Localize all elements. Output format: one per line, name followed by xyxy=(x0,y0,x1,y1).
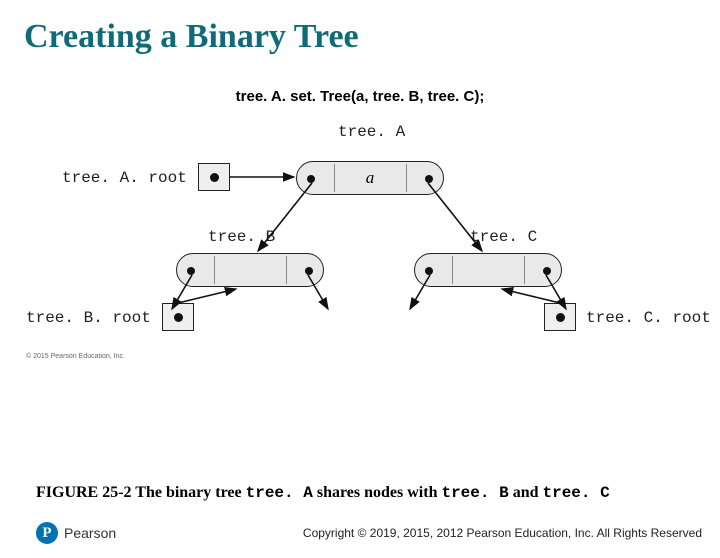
caption-mid2: and xyxy=(509,484,543,501)
code-call: tree. A. set. Tree(a, tree. B, tree. C); xyxy=(0,88,720,105)
pearson-logo: P Pearson xyxy=(36,522,116,544)
caption-tree-a: tree. A xyxy=(246,484,313,502)
pearson-logo-text: Pearson xyxy=(64,525,116,541)
caption-mid1: shares nodes with xyxy=(313,484,442,501)
copyright-footer: Copyright © 2019, 2015, 2012 Pearson Edu… xyxy=(303,526,702,540)
figure-caption: FIGURE 25-2 The binary tree tree. A shar… xyxy=(36,484,610,502)
figure-copyright: © 2015 Pearson Education, Inc. xyxy=(26,353,125,360)
caption-tree-c: tree. C xyxy=(542,484,609,502)
page-title: Creating a Binary Tree xyxy=(24,18,720,56)
caption-tree-b: tree. B xyxy=(441,484,508,502)
caption-prefix: FIGURE 25-2 The binary tree xyxy=(36,484,246,501)
arrows-icon xyxy=(0,123,720,383)
diagram: tree. A tree. A. root a tree. B tree. C … xyxy=(0,123,720,383)
pearson-logo-icon: P xyxy=(36,522,58,544)
